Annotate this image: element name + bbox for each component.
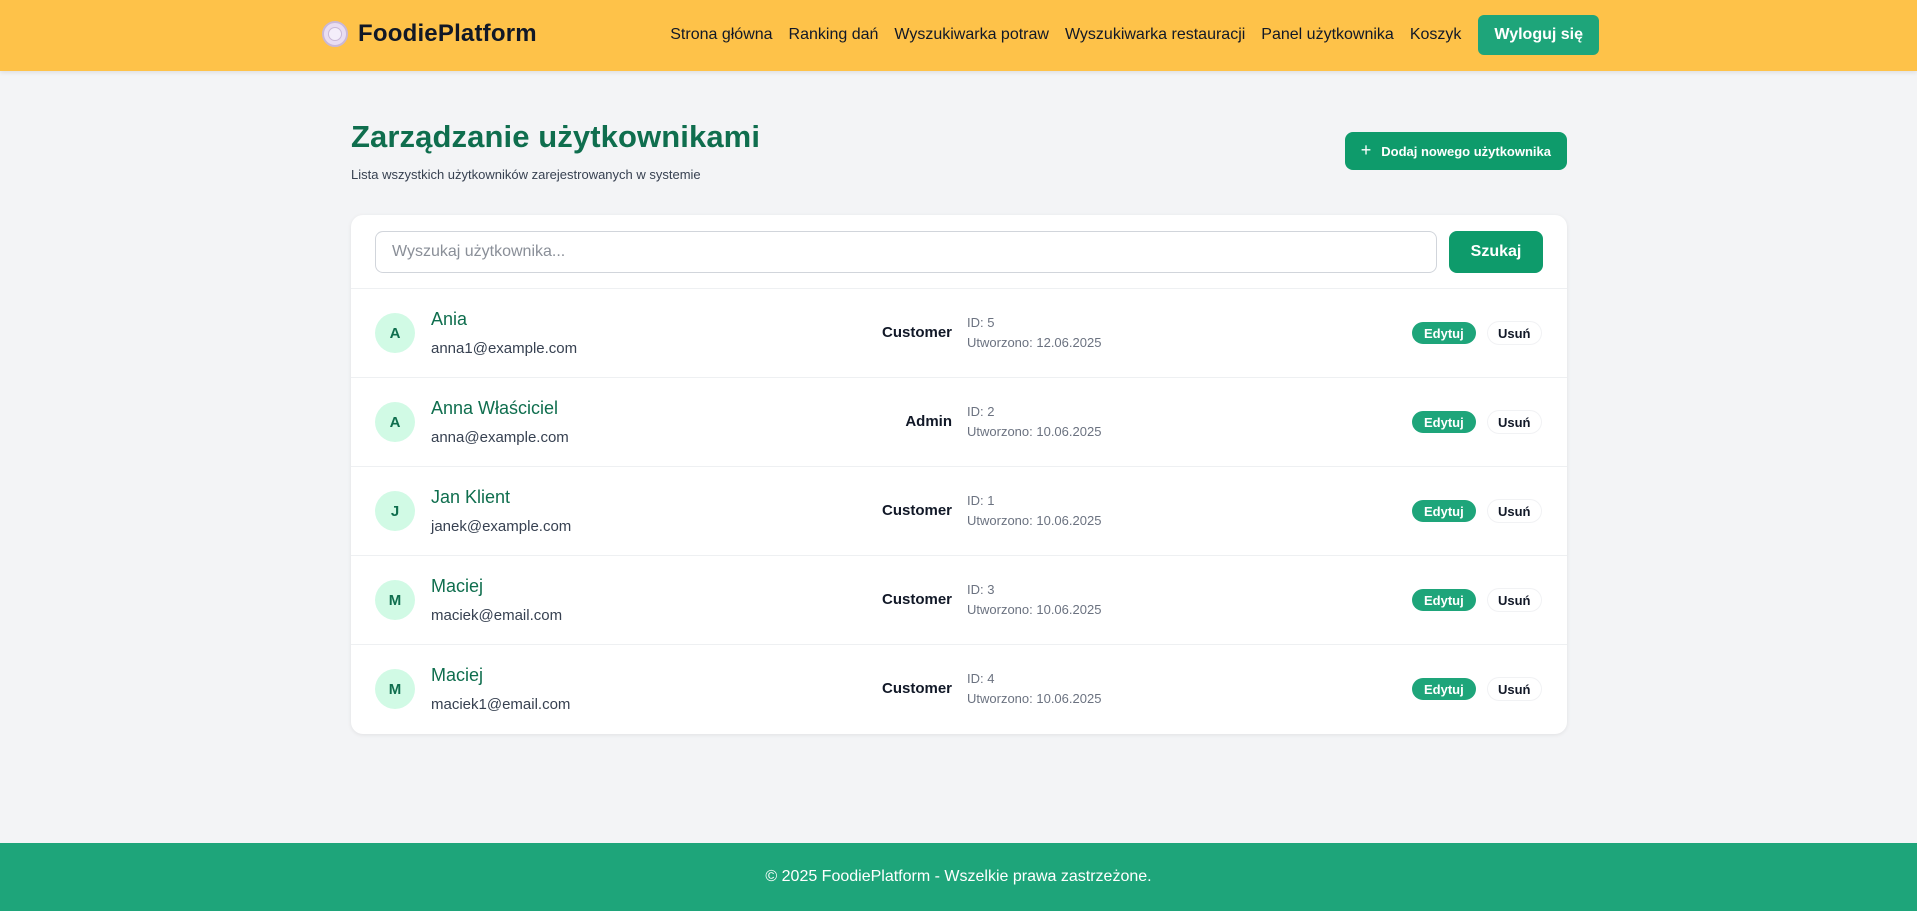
user-id: ID: 3 [967,582,995,597]
user-email: janek@example.com [431,518,572,535]
user-name: Jan Klient [431,487,511,507]
user-id: ID: 2 [967,404,995,419]
user-list: A Ania anna1@example.com Customer ID: 5 … [351,289,1567,734]
top-navbar: FoodiePlatform Strona główna Ranking dań… [0,0,1917,71]
user-email: anna1@example.com [431,340,578,357]
nav-link-home[interactable]: Strona główna [670,26,772,44]
user-created-date: Utworzono: 10.06.2025 [967,513,1102,528]
user-created-date: Utworzono: 12.06.2025 [967,335,1102,350]
user-email: anna@example.com [431,429,569,446]
user-row: A Anna Właściciel anna@example.com Admin… [351,378,1567,467]
user-role: Customer [881,680,952,697]
avatar: M [375,580,415,620]
user-created-date: Utworzono: 10.06.2025 [967,602,1102,617]
user-role: Customer [881,324,952,341]
edit-user-button[interactable]: Edytuj [1412,500,1476,522]
delete-user-button[interactable]: Usuń [1488,322,1541,344]
avatar: A [375,313,415,353]
main-content: Zarządzanie użytkownikami Lista wszystki… [351,119,1567,734]
user-name: Anna Właściciel [431,398,559,418]
avatar: A [375,402,415,442]
user-id: ID: 5 [967,315,995,330]
footer: © 2025 FoodiePlatform - Wszelkie prawa z… [0,843,1917,911]
brand[interactable]: FoodiePlatform [322,20,537,48]
user-name: Maciej [431,665,484,685]
nav-link-restaurant-search[interactable]: Wyszukiwarka restauracji [1065,26,1245,44]
user-email: maciek@email.com [431,607,563,624]
avatar: M [375,669,415,709]
user-row: M Maciej maciek@email.com Customer ID: 3… [351,556,1567,645]
delete-user-button[interactable]: Usuń [1488,678,1541,700]
plus-icon: + [1360,140,1372,160]
user-role: Admin [905,413,952,430]
nav-link-dish-search[interactable]: Wyszukiwarka potraw [894,26,1049,44]
delete-user-button[interactable]: Usuń [1488,500,1541,522]
delete-user-button[interactable]: Usuń [1488,589,1541,611]
search-bar: Szukaj [351,215,1567,289]
brand-name: FoodiePlatform [358,20,537,47]
user-role: Customer [881,502,952,519]
user-row: A Ania anna1@example.com Customer ID: 5 … [351,289,1567,378]
page-header: Zarządzanie użytkownikami Lista wszystki… [351,119,1567,215]
delete-user-button[interactable]: Usuń [1488,411,1541,433]
avatar: J [375,491,415,531]
user-row: M Maciej maciek1@email.com Customer ID: … [351,645,1567,734]
user-role: Customer [881,591,952,608]
user-email: maciek1@email.com [431,696,571,713]
plate-icon [322,21,348,47]
search-button[interactable]: Szukaj [1449,230,1543,273]
edit-user-button[interactable]: Edytuj [1412,589,1476,611]
edit-user-button[interactable]: Edytuj [1412,411,1476,433]
users-card: Szukaj A Ania anna1@example.com Customer… [351,215,1567,734]
user-created-date: Utworzono: 10.06.2025 [967,691,1102,706]
add-user-button-label: Dodaj nowego użytkownika [1381,143,1551,159]
search-input[interactable] [375,230,1437,273]
edit-user-button[interactable]: Edytuj [1412,322,1476,344]
user-id: ID: 4 [967,671,995,686]
user-id: ID: 1 [967,493,995,508]
main-nav: Strona główna Ranking dań Wyszukiwarka p… [670,15,1599,55]
user-created-date: Utworzono: 10.06.2025 [967,424,1102,439]
logout-button[interactable]: Wyloguj się [1478,15,1599,55]
nav-link-cart[interactable]: Koszyk [1410,26,1462,44]
user-name: Ania [431,309,468,329]
nav-link-user-panel[interactable]: Panel użytkownika [1261,26,1394,44]
edit-user-button[interactable]: Edytuj [1412,678,1476,700]
footer-copyright: © 2025 FoodiePlatform - Wszelkie prawa z… [765,868,1152,885]
user-name: Maciej [431,576,484,596]
user-row: J Jan Klient janek@example.com Customer … [351,467,1567,556]
add-user-button[interactable]: + Dodaj nowego użytkownika [1344,132,1567,170]
nav-link-dish-ranking[interactable]: Ranking dań [789,26,879,44]
